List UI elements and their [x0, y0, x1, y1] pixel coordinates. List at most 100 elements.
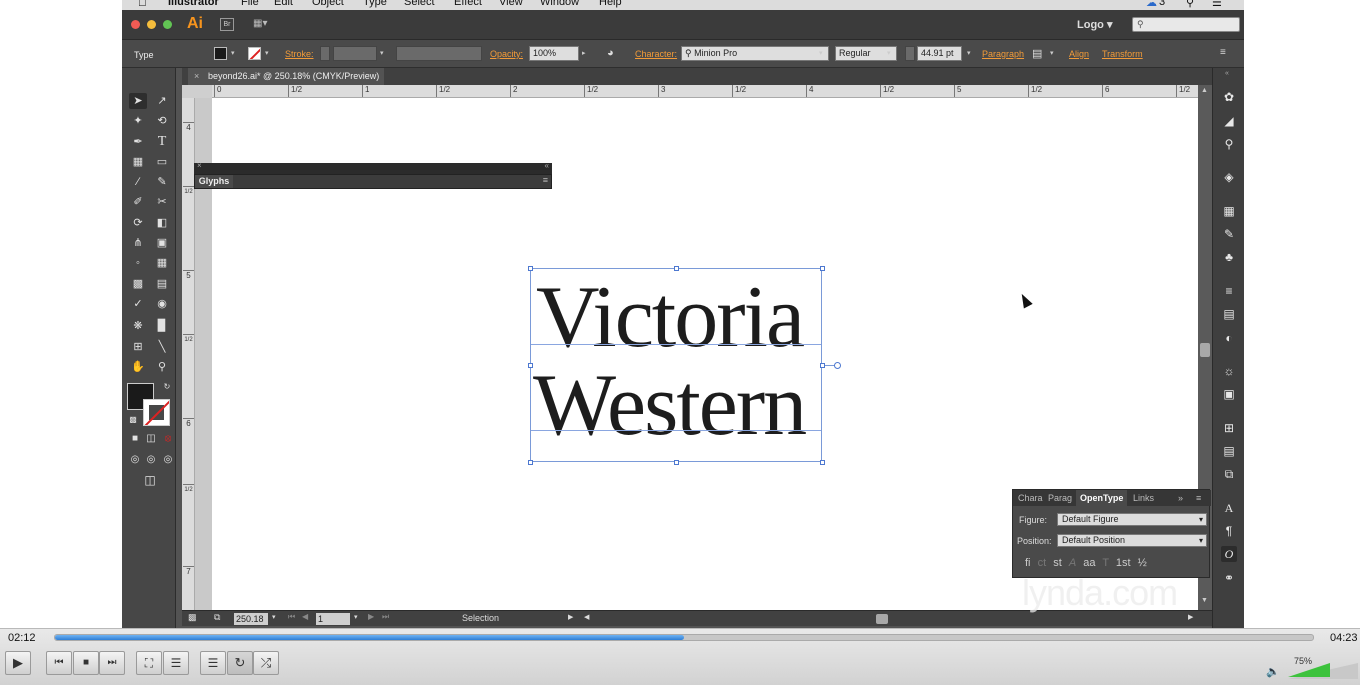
text-out-port[interactable] [834, 362, 841, 369]
font-size-dropdown-icon[interactable]: ▾ [967, 49, 971, 57]
direct-selection-tool-icon[interactable]: ↗ [153, 93, 171, 109]
font-family-field[interactable]: ⚲ Minion Pro [681, 46, 829, 61]
line-tool-icon[interactable]: ▦ [129, 154, 147, 170]
stylistic-alternates-button[interactable]: aa [1083, 557, 1095, 569]
bounding-handle[interactable] [820, 266, 825, 271]
swatches-icon[interactable]: ◢ [1221, 113, 1237, 129]
transform-label[interactable]: Transform [1102, 49, 1143, 59]
blend-tool-icon[interactable]: ◉ [153, 296, 171, 312]
scroll-up-icon[interactable]: ▲ [1201, 87, 1208, 94]
rotate-tool-icon[interactable]: ⟳ [129, 215, 147, 231]
menu-file[interactable]: File [241, 0, 259, 8]
stroke-weight-field[interactable] [333, 46, 377, 61]
opacity-field[interactable]: 100% [529, 46, 579, 61]
close-panel-icon[interactable]: × [197, 161, 202, 170]
shuffle-button[interactable]: ⤮ [253, 651, 279, 675]
panel-menu-icon[interactable]: ≡ [1196, 490, 1201, 506]
menu-select[interactable]: Select [404, 0, 435, 8]
font-family-dropdown-icon[interactable]: ▾ [819, 49, 823, 57]
navigator-icon[interactable]: ⚲ [1221, 136, 1237, 152]
stroke-dropdown-icon[interactable]: ▾ [265, 49, 269, 57]
previous-artboard-icon[interactable]: ◀ [302, 612, 308, 621]
gradient-panel-icon[interactable]: ▤ [1221, 306, 1237, 322]
type-tool-icon[interactable]: T [153, 134, 171, 150]
bridge-button[interactable]: Br [220, 18, 234, 31]
contextual-alternates-button[interactable]: ct [1038, 557, 1047, 569]
draw-behind-icon[interactable]: ◎ [142, 452, 160, 468]
draw-inside-icon[interactable]: ◎ [159, 452, 177, 468]
standard-ligatures-button[interactable]: fi [1025, 557, 1031, 569]
swash-button[interactable]: A [1069, 557, 1076, 569]
stroke-label[interactable]: Stroke: [285, 49, 314, 59]
lasso-tool-icon[interactable]: ⟲ [153, 113, 171, 129]
stroke-color-box[interactable] [143, 399, 170, 426]
apple-icon[interactable]:  [138, 0, 147, 9]
paragraph-panel-icon[interactable]: ¶ [1221, 523, 1237, 539]
stroke-swatch[interactable] [248, 47, 261, 60]
fill-swatch[interactable] [214, 47, 227, 60]
first-artboard-icon[interactable]: ⏮ [288, 612, 295, 622]
gradient-tool-icon[interactable]: ▤ [153, 276, 171, 292]
mesh-tool-icon[interactable]: ▩ [129, 276, 147, 292]
bounding-handle[interactable] [820, 460, 825, 465]
opentype-panel-icon[interactable]: O [1221, 546, 1237, 562]
align-panel-icon[interactable]: ▤ [1221, 443, 1237, 459]
vertical-scroll-thumb[interactable] [1200, 343, 1210, 357]
help-search-input[interactable]: ⚲ [1132, 17, 1240, 32]
column-graph-tool-icon[interactable]: ▉ [153, 318, 171, 334]
pathfinder-icon[interactable]: ⧉ [1221, 466, 1237, 482]
bounding-handle[interactable] [528, 460, 533, 465]
collapse-panel-icon[interactable]: « [545, 161, 549, 170]
graphic-styles-icon[interactable]: ▣ [1221, 386, 1237, 402]
stroke-weight-dropdown-icon[interactable]: ▾ [380, 49, 384, 57]
character-label[interactable]: Character: [635, 49, 677, 59]
titling-alternates-button[interactable]: T [1102, 557, 1109, 569]
list-icon[interactable]: ☰ [1212, 0, 1222, 9]
paragraph-label[interactable]: Paragraph [982, 49, 1024, 59]
symbol-sprayer-tool-icon[interactable]: ❋ [129, 318, 147, 334]
minimize-window-icon[interactable] [147, 20, 156, 29]
horizontal-scroll-thumb[interactable] [876, 614, 888, 624]
figure-select[interactable]: Default Figure [1057, 513, 1207, 526]
status-tool-label[interactable]: Selection [462, 613, 499, 623]
slice-tool-icon[interactable]: ╲ [153, 339, 171, 355]
position-select[interactable]: Default Position [1057, 534, 1207, 547]
next-button[interactable]: ⏭ [99, 651, 125, 675]
seek-bar[interactable] [54, 634, 1314, 641]
color-guide-icon[interactable]: ✿ [1221, 89, 1237, 105]
previous-button[interactable]: ⏮ [46, 651, 72, 675]
fullscreen-button[interactable]: ⛶ [136, 651, 162, 675]
swap-fill-stroke-icon[interactable]: ↻ [158, 379, 176, 395]
selection-bounding-box[interactable] [530, 268, 822, 462]
artboard-number-field[interactable]: 1 [316, 613, 350, 625]
scroll-down-icon[interactable]: ▼ [1201, 597, 1208, 604]
glyphs-panel-header[interactable]: × « [194, 161, 552, 174]
layers-icon[interactable]: ◈ [1221, 169, 1237, 185]
ruler-origin[interactable] [182, 85, 212, 98]
pen-tool-icon[interactable]: ✒ [129, 134, 147, 150]
variable-width-profile[interactable] [396, 46, 482, 61]
expand-panel-icon[interactable]: » [1178, 490, 1183, 506]
fractions-button[interactable]: ½ [1138, 557, 1147, 569]
eyedropper-tool-icon[interactable]: ✓ [129, 296, 147, 312]
horizontal-ruler[interactable]: 0 1/2 1 1/2 2 1/2 3 1/2 4 1/2 5 1/2 6 1/… [212, 85, 1212, 98]
none-mode-icon[interactable]: ⦻ [159, 431, 177, 447]
last-artboard-icon[interactable]: ⏭ [382, 612, 389, 622]
stroke-panel-icon[interactable]: ≡ [1221, 283, 1237, 299]
spotlight-icon[interactable]: ⚲ [1186, 0, 1194, 9]
artboards-icon[interactable]: ▦ [1221, 203, 1237, 219]
bounding-handle[interactable] [674, 460, 679, 465]
menu-type[interactable]: Type [363, 0, 387, 8]
recolor-icon[interactable]: ◕ [607, 47, 614, 59]
blob-brush-tool-icon[interactable]: ✐ [129, 194, 147, 210]
loop-button[interactable]: ↻ [227, 651, 253, 675]
bounding-handle[interactable] [674, 266, 679, 271]
artboard-tool-icon[interactable]: ⊞ [129, 339, 147, 355]
sync-icon[interactable]: ☁ [1146, 0, 1157, 9]
hand-tool-icon[interactable]: ✋ [129, 359, 147, 375]
scissors-tool-icon[interactable]: ✂ [153, 194, 171, 210]
tab-opentype[interactable]: OpenType [1076, 490, 1128, 506]
magic-wand-tool-icon[interactable]: ✦ [129, 113, 147, 129]
default-fill-stroke-icon[interactable]: ▩ [124, 412, 142, 428]
document-tab[interactable]: × beyond26.ai* @ 250.18% (CMYK/Preview) [188, 68, 384, 85]
